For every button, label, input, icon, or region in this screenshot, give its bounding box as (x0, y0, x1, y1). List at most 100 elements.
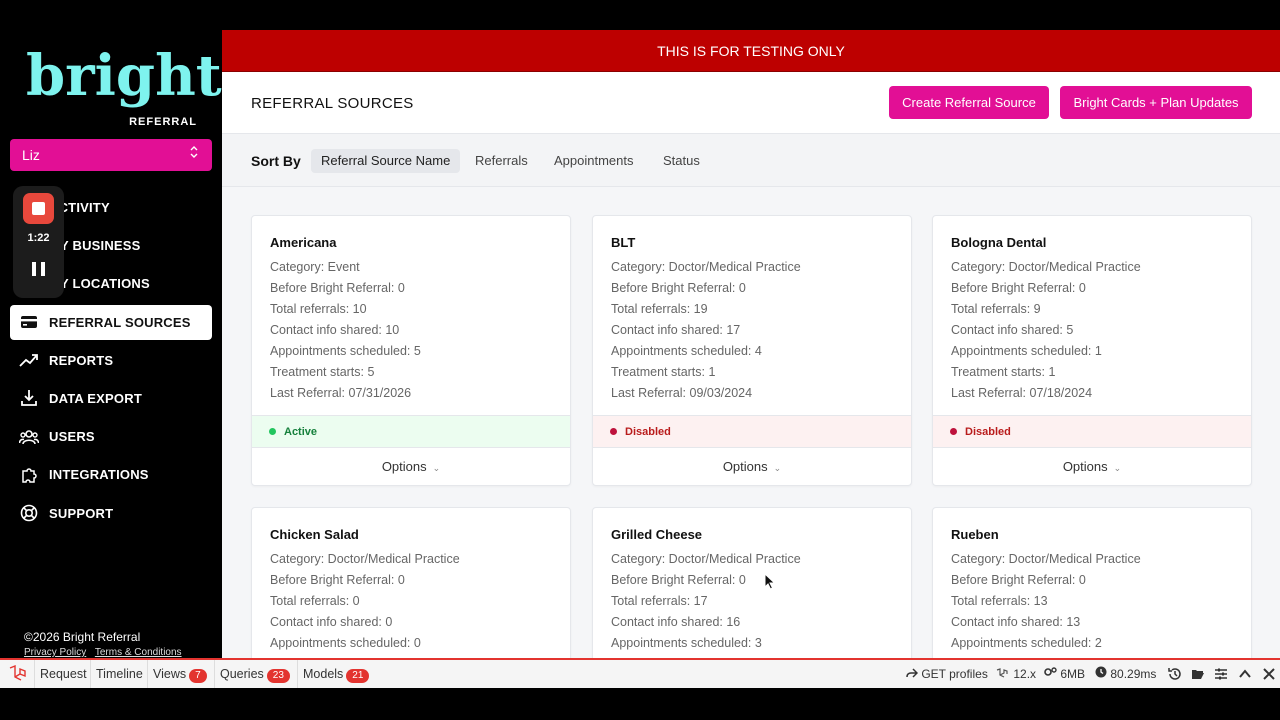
card-appointments: Appointments scheduled: 2 (951, 636, 1102, 650)
queries-label: Queries (220, 667, 264, 681)
version-text: 12.x (1013, 667, 1037, 681)
card-title: Americana (270, 235, 337, 250)
screen-recorder-widget: 1:22 (13, 186, 64, 298)
bright-cards-button[interactable]: Bright Cards + Plan Updates (1060, 86, 1252, 119)
page-header: REFERRAL SOURCES Create Referral Source … (222, 72, 1280, 134)
card-contact: Contact info shared: 5 (951, 323, 1074, 337)
trending-up-icon (18, 350, 40, 370)
pause-icon-bar (41, 262, 45, 276)
nav-label: DATA EXPORT (49, 390, 142, 406)
route-text: GET profiles (921, 667, 988, 681)
stop-recording-button[interactable] (23, 193, 54, 224)
card-last-referral: Last Referral: 09/03/2024 (611, 386, 753, 400)
nav-item-users[interactable]: USERS (10, 419, 212, 454)
copyright: ©2026 Bright Referral (24, 630, 141, 644)
card-category: Category: Doctor/Medical Practice (270, 552, 460, 566)
cogs-icon (1044, 667, 1057, 676)
card-contact: Contact info shared: 16 (611, 615, 741, 629)
puzzle-icon (18, 465, 40, 485)
views-count-badge: 7 (189, 669, 207, 683)
chevron-up-icon[interactable] (1238, 667, 1252, 681)
card-category: Category: Doctor/Medical Practice (611, 260, 801, 274)
chevron-down-icon: ⌄ (432, 463, 441, 473)
terms-link[interactable]: Terms & Conditions (95, 647, 182, 658)
nav-item-integrations[interactable]: INTEGRATIONS (10, 457, 212, 492)
nav-item-referral-sources[interactable]: REFERRAL SOURCES (10, 304, 212, 340)
nav-item-support[interactable]: SUPPORT (10, 496, 212, 531)
debug-bar: Request Timeline Views 7 Queries 23 Models… (0, 658, 1280, 688)
card-icon (18, 312, 40, 332)
debug-tab-views[interactable]: Views 7 (147, 660, 212, 688)
sort-option-appointments[interactable]: Appointments (544, 149, 644, 173)
card-category: Category: Doctor/Medical Practice (611, 552, 801, 566)
duration-indicator: 80.29ms (1095, 660, 1156, 688)
views-label: Views (153, 667, 187, 681)
options-label: Options (722, 459, 768, 474)
card-appointments: Appointments scheduled: 0 (270, 636, 421, 650)
sort-option-status[interactable]: Status (653, 149, 710, 173)
create-referral-source-button[interactable]: Create Referral Source (889, 86, 1049, 119)
page-title: REFERRAL SOURCES (251, 95, 414, 112)
sort-option-referrals[interactable]: Referrals (465, 149, 538, 173)
chevron-up-down-icon (190, 139, 198, 171)
status-dot-icon (269, 428, 276, 435)
card-treatment: Treatment starts: 5 (270, 365, 375, 379)
card-treatment: Treatment starts: 1 (951, 365, 1056, 379)
card-before: Before Bright Referral: 0 (951, 281, 1086, 295)
nav-item-reports[interactable]: REPORTS (10, 343, 212, 378)
memory-indicator: 6MB (1043, 660, 1085, 688)
debug-tab-models[interactable]: Models 21 (297, 660, 374, 688)
testing-banner: THIS IS FOR TESTING ONLY (222, 30, 1280, 72)
options-button[interactable]: Options ⌄ (933, 448, 1251, 485)
card-appointments: Appointments scheduled: 5 (270, 344, 421, 358)
nav-label: SUPPORT (49, 505, 114, 521)
stop-icon (32, 202, 45, 215)
card-total: Total referrals: 13 (951, 594, 1048, 608)
status-label: Disabled (625, 426, 671, 438)
referral-card: BLT Category: Doctor/Medical Practice Be… (592, 215, 912, 486)
options-button[interactable]: Options ⌄ (593, 448, 911, 485)
screen: bright REFERRAL Liz ACTIVITY MY BUSINESS… (0, 0, 1280, 720)
card-contact: Contact info shared: 10 (270, 323, 400, 337)
laravel-logo-icon[interactable] (8, 665, 28, 683)
privacy-link[interactable]: Privacy Policy (24, 647, 86, 658)
debug-tab-timeline[interactable]: Timeline (90, 660, 148, 688)
recording-time: 1:22 (27, 232, 50, 244)
users-icon (18, 427, 40, 447)
status-dot-icon (950, 428, 957, 435)
user-select[interactable]: Liz (10, 139, 212, 171)
card-total: Total referrals: 19 (611, 302, 708, 316)
route-indicator[interactable]: GET profiles (906, 660, 988, 688)
clock-icon (1095, 666, 1107, 678)
brand-logo[interactable]: bright REFERRAL (26, 44, 222, 128)
sort-label: Sort By (251, 153, 301, 169)
card-total: Total referrals: 10 (270, 302, 367, 316)
options-button[interactable]: Options ⌄ (252, 448, 570, 485)
settings-sliders-icon[interactable] (1214, 667, 1228, 681)
laravel-icon (996, 668, 1008, 678)
pause-button[interactable] (32, 262, 46, 276)
status-badge: Active (252, 415, 570, 448)
card-treatment: Treatment starts: 1 (611, 365, 716, 379)
card-total: Total referrals: 17 (611, 594, 708, 608)
options-label: Options (381, 459, 427, 474)
history-icon[interactable] (1168, 667, 1182, 681)
debug-tab-request[interactable]: Request (34, 660, 92, 688)
sort-option-name[interactable]: Referral Source Name (311, 149, 461, 173)
nav-item-data-export[interactable]: DATA EXPORT (10, 381, 212, 416)
chevron-down-icon: ⌄ (773, 463, 782, 473)
card-before: Before Bright Referral: 0 (611, 281, 746, 295)
share-icon (906, 668, 919, 678)
folder-open-icon[interactable] (1191, 667, 1205, 681)
mouse-cursor-icon (764, 573, 776, 590)
close-icon[interactable] (1262, 667, 1276, 681)
sidebar: bright REFERRAL Liz ACTIVITY MY BUSINESS… (0, 30, 222, 658)
debug-tab-queries[interactable]: Queries 23 (214, 660, 295, 688)
nav-label: REFERRAL SOURCES (49, 314, 191, 330)
nav-label: USERS (49, 429, 95, 445)
card-total: Total referrals: 9 (951, 302, 1041, 316)
duration-text: 80.29ms (1110, 667, 1157, 681)
card-category: Category: Doctor/Medical Practice (951, 552, 1141, 566)
card-appointments: Appointments scheduled: 4 (611, 344, 762, 358)
card-before: Before Bright Referral: 0 (270, 573, 405, 587)
